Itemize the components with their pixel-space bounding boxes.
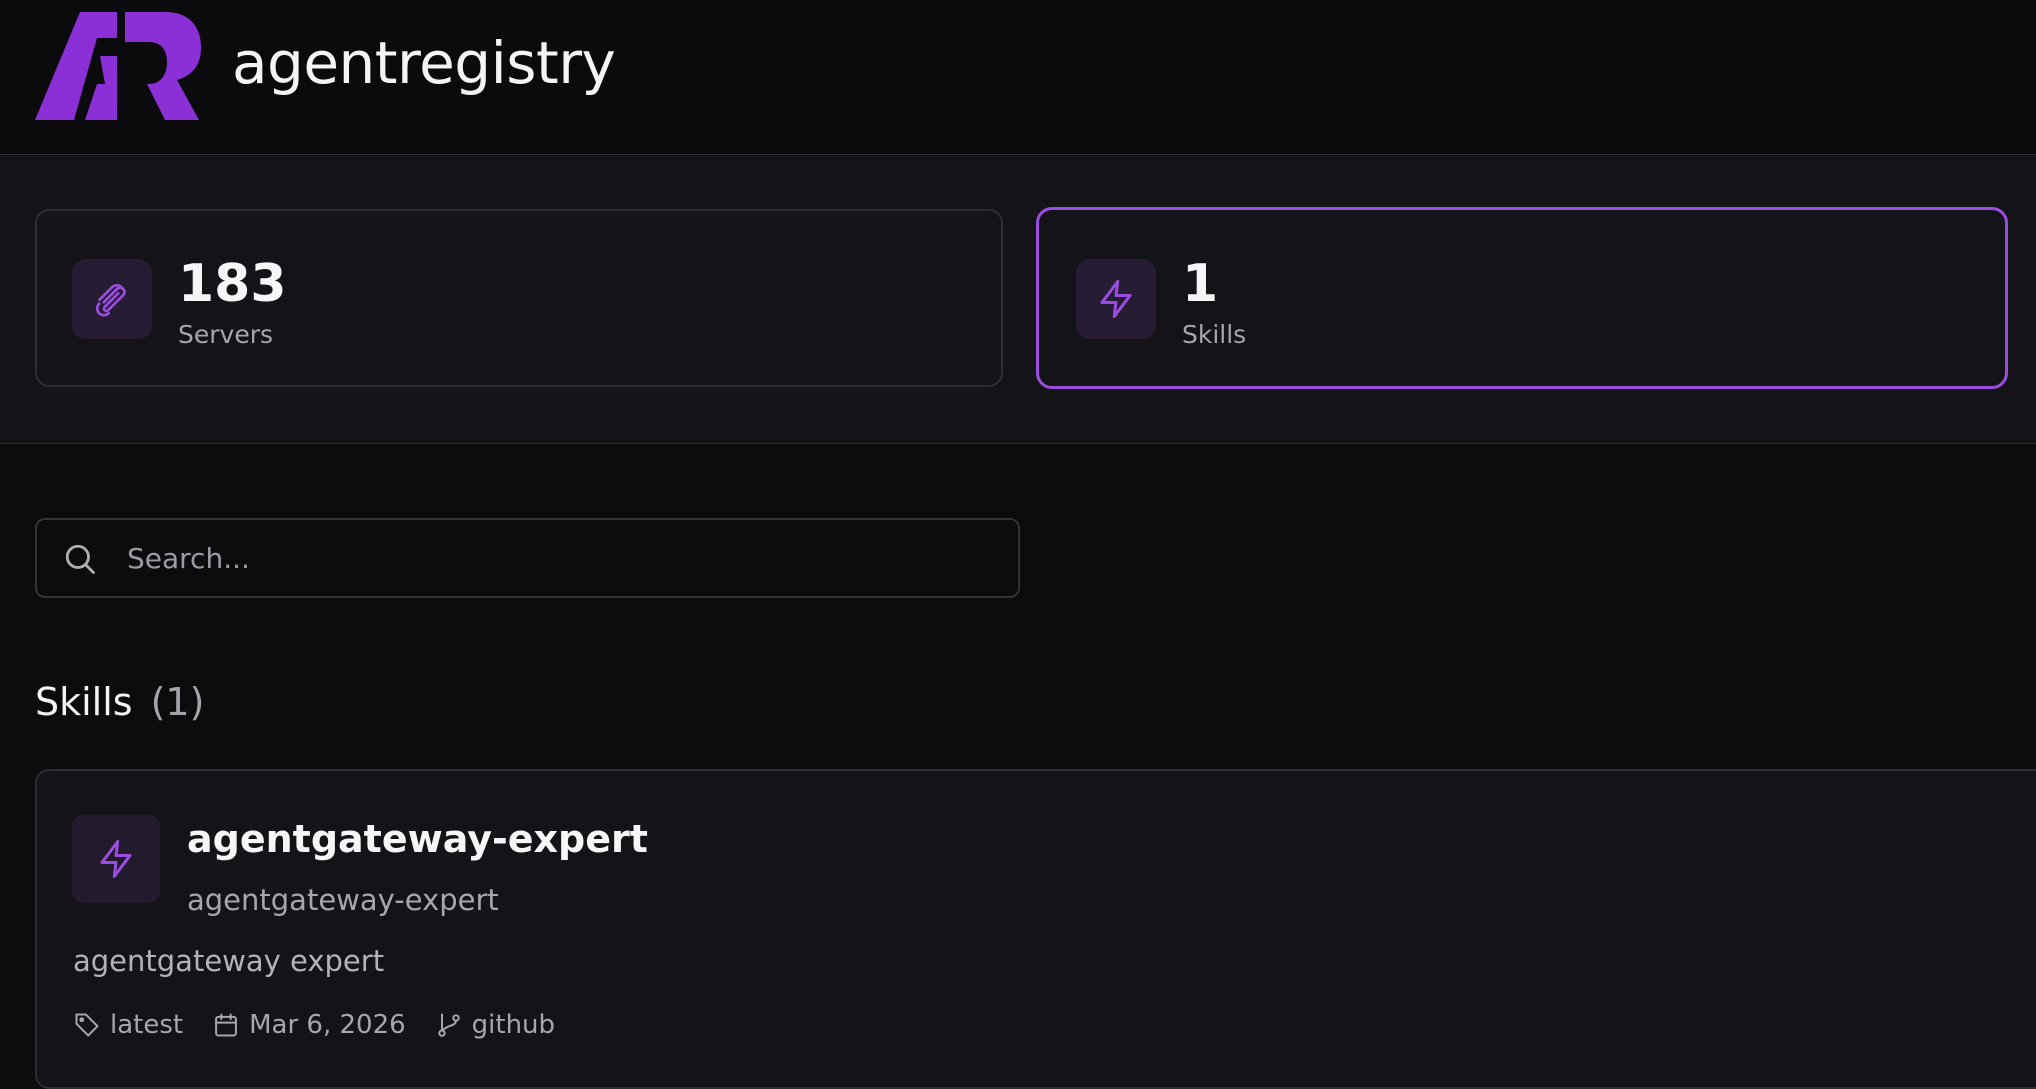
skill-description: agentgateway expert	[73, 944, 385, 978]
skill-meta: latest Mar 6, 2026 github	[73, 1008, 584, 1042]
section-title: Skills (1)	[35, 678, 204, 726]
lightning-icon	[1076, 259, 1156, 339]
section-title-text: Skills	[35, 680, 133, 724]
version-label: latest	[110, 1010, 184, 1040]
source-label: github	[471, 1010, 556, 1040]
lightning-icon	[72, 815, 160, 903]
ar-logo-icon[interactable]	[35, 12, 201, 120]
servers-count: 183	[178, 254, 287, 314]
brand-name: agentregistry	[232, 29, 616, 97]
git-branch-icon	[437, 1013, 460, 1037]
stats-section: 183 Servers 1 Skills	[0, 155, 2036, 444]
skills-count: 1	[1182, 254, 1219, 314]
date-label: Mar 6, 2026	[249, 1010, 406, 1040]
tag-icon	[75, 1013, 99, 1037]
source-meta: github	[435, 1008, 555, 1042]
skill-name[interactable]: agentgateway-expert	[187, 815, 648, 863]
calendar-icon	[215, 1013, 238, 1037]
app-header: agentregistry	[0, 0, 2036, 155]
skills-stat-card[interactable]: 1 Skills	[1036, 207, 2008, 389]
search-input[interactable]	[125, 530, 995, 586]
version-meta: latest	[73, 1008, 183, 1042]
paperclip-icon	[72, 259, 152, 339]
skills-label: Skills	[1182, 320, 1247, 349]
servers-stat-card[interactable]: 183 Servers	[35, 209, 1003, 387]
date-meta: Mar 6, 2026	[212, 1008, 406, 1042]
servers-label: Servers	[178, 320, 274, 349]
section-count: (1)	[150, 680, 205, 724]
skill-subtitle: agentgateway-expert	[187, 883, 499, 917]
search-box	[35, 518, 1020, 598]
search-icon	[65, 544, 95, 574]
skill-card[interactable]: agentgateway-expert agentgateway-expert …	[35, 769, 2036, 1089]
